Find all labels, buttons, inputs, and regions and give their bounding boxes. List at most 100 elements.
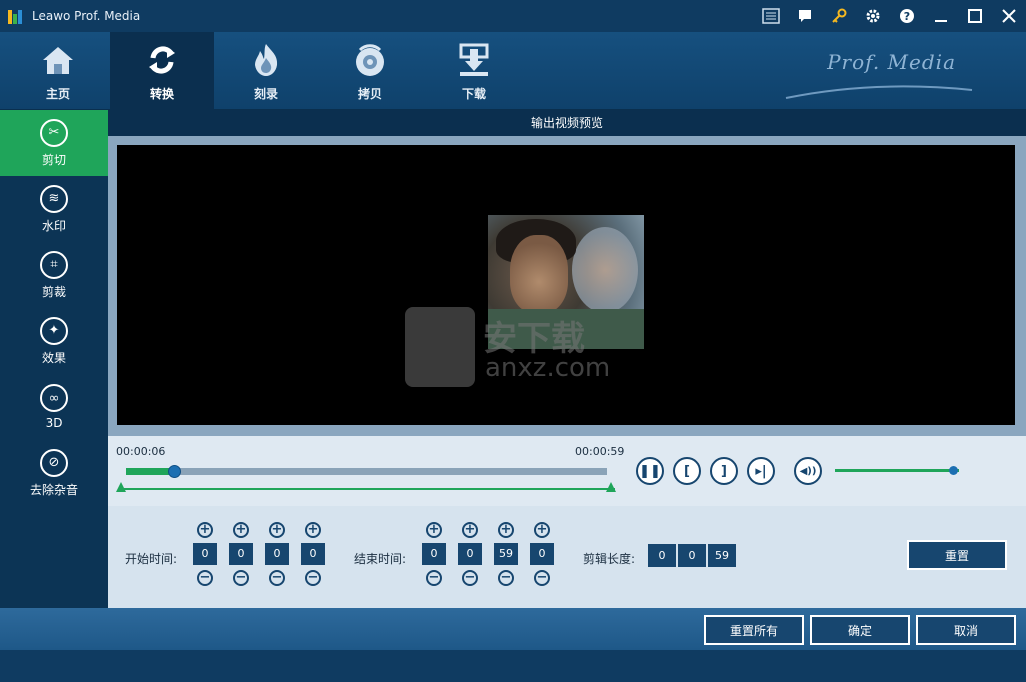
sidebar-item-label: 剪裁	[41, 284, 66, 299]
sidebar-item-label: 水印	[41, 218, 66, 233]
shield-logo-icon	[405, 307, 475, 387]
nav-tab-label: 拷贝	[357, 86, 382, 101]
nav-tab-burn[interactable]: 刻录	[214, 32, 318, 110]
sidebar-item-3d[interactable]: ∞ 3D	[0, 374, 108, 440]
sidebar-item-label: 3D	[45, 416, 63, 430]
start-time-label: 开始时间:	[125, 552, 178, 566]
video-preview[interactable]: 安下载 anxz.com	[117, 145, 1015, 425]
end-hour-stepper: + 0 −	[422, 522, 446, 586]
media-icon[interactable]	[754, 0, 788, 32]
noise-removal-icon: ⊘	[40, 448, 68, 477]
cancel-button[interactable]: 取消	[916, 615, 1016, 645]
top-navigation: 主页 转换 刻录 拷贝 下载 Prof. Media	[0, 32, 1026, 110]
effect-icon: ✦	[40, 316, 68, 345]
progress-track[interactable]	[126, 465, 607, 478]
key-icon[interactable]	[822, 0, 856, 32]
nav-tab-download[interactable]: 下载	[422, 32, 526, 110]
decrease-icon[interactable]: −	[269, 570, 285, 586]
nav-tab-label: 转换	[149, 86, 174, 101]
trim-range-line	[118, 488, 615, 490]
reset-button[interactable]: 重置	[907, 540, 1007, 570]
duration-second-value: 59	[708, 544, 736, 567]
help-icon[interactable]: ?	[890, 0, 924, 32]
preview-title: 输出视频预览	[108, 110, 1026, 136]
maximize-icon[interactable]	[958, 0, 992, 32]
volume-slider[interactable]	[835, 469, 959, 472]
start-second-value[interactable]: 0	[265, 543, 289, 565]
trim-end-time: 00:00:59	[575, 445, 625, 458]
mark-in-button[interactable]: [	[673, 457, 701, 485]
nav-tab-convert[interactable]: 转换	[110, 32, 214, 110]
increase-icon[interactable]: +	[305, 522, 321, 538]
decrease-icon[interactable]: −	[534, 570, 550, 586]
sidebar-item-trim[interactable]: ✂ 剪切	[0, 110, 108, 176]
next-frame-button[interactable]: ▸|	[747, 457, 775, 485]
chat-icon[interactable]	[788, 0, 822, 32]
nav-tab-copy[interactable]: 拷贝	[318, 32, 422, 110]
watermark-icon: ≋	[40, 184, 68, 213]
convert-icon	[149, 45, 175, 74]
increase-icon[interactable]: +	[426, 522, 442, 538]
decrease-icon[interactable]: −	[305, 570, 321, 586]
increase-icon[interactable]: +	[269, 522, 285, 538]
volume-handle[interactable]	[948, 466, 958, 475]
decrease-icon[interactable]: −	[462, 570, 478, 586]
sidebar-item-noise-removal[interactable]: ⊘ 去除杂音	[0, 440, 108, 506]
ok-button[interactable]: 确定	[810, 615, 910, 645]
increase-icon[interactable]: +	[197, 522, 213, 538]
sidebar-item-effect[interactable]: ✦ 效果	[0, 308, 108, 374]
title-bar: Leawo Prof. Media ?	[0, 0, 1026, 32]
nav-tab-label: 下载	[461, 86, 486, 101]
end-minute-stepper: + 0 −	[458, 522, 482, 586]
brand-swoosh-icon	[785, 85, 973, 99]
increase-icon[interactable]: +	[462, 522, 478, 538]
start-minute-stepper: + 0 −	[229, 522, 253, 586]
edit-sidebar: ✂ 剪切 ≋ 水印 ⌗ 剪裁 ✦ 效果 ∞ 3D ⊘ 去除杂音	[0, 110, 108, 608]
start-ms-value[interactable]: 0	[301, 543, 325, 565]
duration-hour-value: 0	[648, 544, 676, 567]
volume-button[interactable]: ◀))	[794, 457, 822, 485]
reset-all-button[interactable]: 重置所有	[704, 615, 804, 645]
brand-logo-text: Prof. Media	[827, 50, 956, 74]
increase-icon[interactable]: +	[233, 522, 249, 538]
home-icon	[43, 46, 73, 74]
progress-handle[interactable]	[168, 465, 182, 478]
decrease-icon[interactable]: −	[426, 570, 442, 586]
decrease-icon[interactable]: −	[197, 570, 213, 586]
end-second-stepper: + 59 −	[494, 522, 518, 586]
scissors-icon: ✂	[40, 118, 68, 147]
end-ms-stepper: + 0 −	[530, 522, 554, 586]
sidebar-item-label: 效果	[41, 350, 66, 365]
nav-tab-home[interactable]: 主页	[6, 32, 110, 110]
end-ms-value[interactable]: 0	[530, 543, 554, 565]
trim-start-marker[interactable]	[116, 482, 126, 492]
svg-text:?: ?	[904, 10, 910, 23]
site-watermark: 安下载 anxz.com	[405, 307, 625, 387]
nav-tab-label: 刻录	[253, 86, 278, 101]
start-hour-value[interactable]: 0	[193, 543, 217, 565]
copy-disc-icon	[356, 43, 384, 76]
end-hour-value[interactable]: 0	[422, 543, 446, 565]
increase-icon[interactable]: +	[498, 522, 514, 538]
start-ms-stepper: + 0 −	[301, 522, 325, 586]
end-minute-value[interactable]: 0	[458, 543, 482, 565]
trim-start-time: 00:00:06	[116, 445, 166, 458]
mark-out-button[interactable]: ]	[710, 457, 738, 485]
duration-minute-value: 0	[678, 544, 706, 567]
burn-icon	[255, 43, 278, 76]
settings-gear-icon[interactable]	[856, 0, 890, 32]
nav-tab-label: 主页	[45, 86, 70, 101]
end-second-value[interactable]: 59	[494, 543, 518, 565]
trim-end-marker[interactable]	[606, 482, 616, 492]
pause-button[interactable]: ❚❚	[636, 457, 664, 485]
increase-icon[interactable]: +	[534, 522, 550, 538]
start-minute-value[interactable]: 0	[229, 543, 253, 565]
decrease-icon[interactable]: −	[498, 570, 514, 586]
trim-edit-panel: 开始时间: + 0 − + 0 − + 0 − + 0 − 结束时间: + 0 …	[108, 506, 1026, 608]
sidebar-item-crop[interactable]: ⌗ 剪裁	[0, 242, 108, 308]
sidebar-item-watermark[interactable]: ≋ 水印	[0, 176, 108, 242]
decrease-icon[interactable]: −	[233, 570, 249, 586]
close-icon[interactable]	[992, 0, 1026, 32]
minimize-icon[interactable]	[924, 0, 958, 32]
app-logo-icon	[8, 8, 24, 24]
